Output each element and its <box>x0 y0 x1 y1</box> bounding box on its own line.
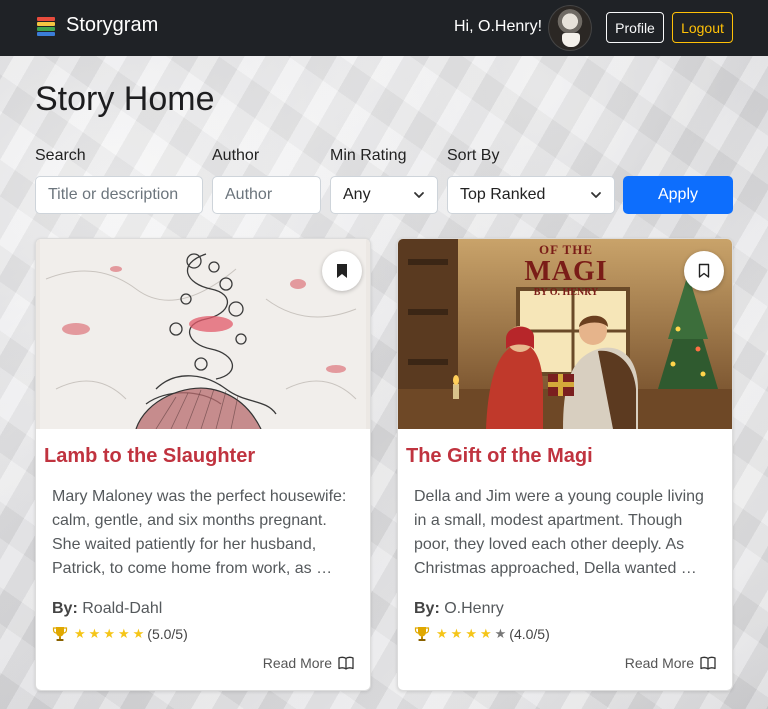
bookmark-filled-icon <box>337 264 347 278</box>
min-rating-value: Any <box>343 186 371 203</box>
star-icon: ★ <box>74 626 86 641</box>
read-more-link[interactable]: Read More <box>263 655 354 671</box>
search-input[interactable]: Title or description <box>35 176 203 214</box>
story-title[interactable]: Lamb to the Slaughter <box>44 445 255 468</box>
books-icon <box>36 15 58 37</box>
story-description: Mary Maloney was the perfect housewife: … <box>52 488 347 577</box>
chevron-down-icon <box>591 192 601 198</box>
sort-value: Top Ranked <box>460 186 546 203</box>
story-cover-image[interactable]: OF THE MAGI BY O. HENRY <box>398 239 732 429</box>
page-title: Story Home <box>35 80 215 118</box>
read-more-label: Read More <box>624 655 694 671</box>
read-more-label: Read More <box>262 655 332 671</box>
rating-text: (4.0/5) <box>509 626 550 642</box>
sort-select[interactable]: Top Ranked <box>447 176 615 214</box>
story-author: By: Roald-Dahl <box>52 600 162 618</box>
bookmark-button[interactable] <box>684 251 724 291</box>
star-icon: ★ <box>450 626 463 641</box>
star-icon: ★ <box>465 626 477 641</box>
story-rating: ★ ★ ★ ★ ★ (4.0/5) <box>414 626 550 642</box>
rating-text: (5.0/5) <box>147 626 188 642</box>
story-cover-image[interactable] <box>36 239 370 429</box>
min-rating-label: Min Rating <box>330 147 407 164</box>
logout-button[interactable]: Logout <box>672 12 733 43</box>
sort-label: Sort By <box>447 147 500 164</box>
apply-button[interactable]: Apply <box>623 176 733 214</box>
trophy-icon <box>414 627 430 641</box>
story-author: By: O.Henry <box>414 600 504 618</box>
cover-text-byline: BY O. HENRY <box>533 287 599 298</box>
navbar: Storygram Hi, O.Henry! Profile Logout <box>0 0 768 56</box>
story-description: Della and Jim were a young couple living… <box>414 488 704 577</box>
book-open-icon <box>700 656 716 670</box>
story-rating: ★ ★ ★ ★ ★ (5.0/5) <box>52 626 188 642</box>
story-title[interactable]: The Gift of the Magi <box>406 445 593 468</box>
profile-button[interactable]: Profile <box>606 12 664 43</box>
bookmark-outline-icon <box>698 263 710 278</box>
bookmark-button[interactable] <box>322 251 362 291</box>
avatar <box>548 5 592 51</box>
search-label: Search <box>35 147 86 164</box>
star-icon: ★ <box>132 626 145 641</box>
author-prefix: By: <box>414 600 440 617</box>
chevron-down-icon <box>414 192 424 198</box>
author-name: O.Henry <box>444 600 504 617</box>
brand-link[interactable]: Storygram <box>36 14 158 37</box>
brand-name: Storygram <box>66 14 159 36</box>
author-prefix: By: <box>52 600 78 617</box>
read-more-link[interactable]: Read More <box>625 655 716 671</box>
cover-text-top: OF THE <box>538 242 594 257</box>
star-icon: ★ <box>436 626 448 641</box>
story-card: Lamb to the Slaughter Mary Maloney was t… <box>35 238 371 691</box>
trophy-icon <box>52 627 68 641</box>
star-icon: ★ <box>479 626 492 641</box>
star-icon: ★ <box>103 626 115 641</box>
book-open-icon <box>338 656 354 670</box>
star-icon: ★ <box>117 626 130 641</box>
story-card: OF THE MAGI BY O. HENRY The Gift of the … <box>397 238 733 691</box>
user-greeting: Hi, O.Henry! <box>454 18 543 35</box>
min-rating-select[interactable]: Any <box>330 176 438 214</box>
cover-text: OF THE MAGI BY O. HENRY <box>398 242 732 299</box>
star-icon: ★ <box>88 626 101 641</box>
author-name: Roald-Dahl <box>82 600 163 617</box>
author-input[interactable]: Author <box>212 176 321 214</box>
author-label: Author <box>212 147 260 164</box>
star-icon: ★ <box>494 626 507 641</box>
cover-text-main: MAGI <box>524 256 608 287</box>
